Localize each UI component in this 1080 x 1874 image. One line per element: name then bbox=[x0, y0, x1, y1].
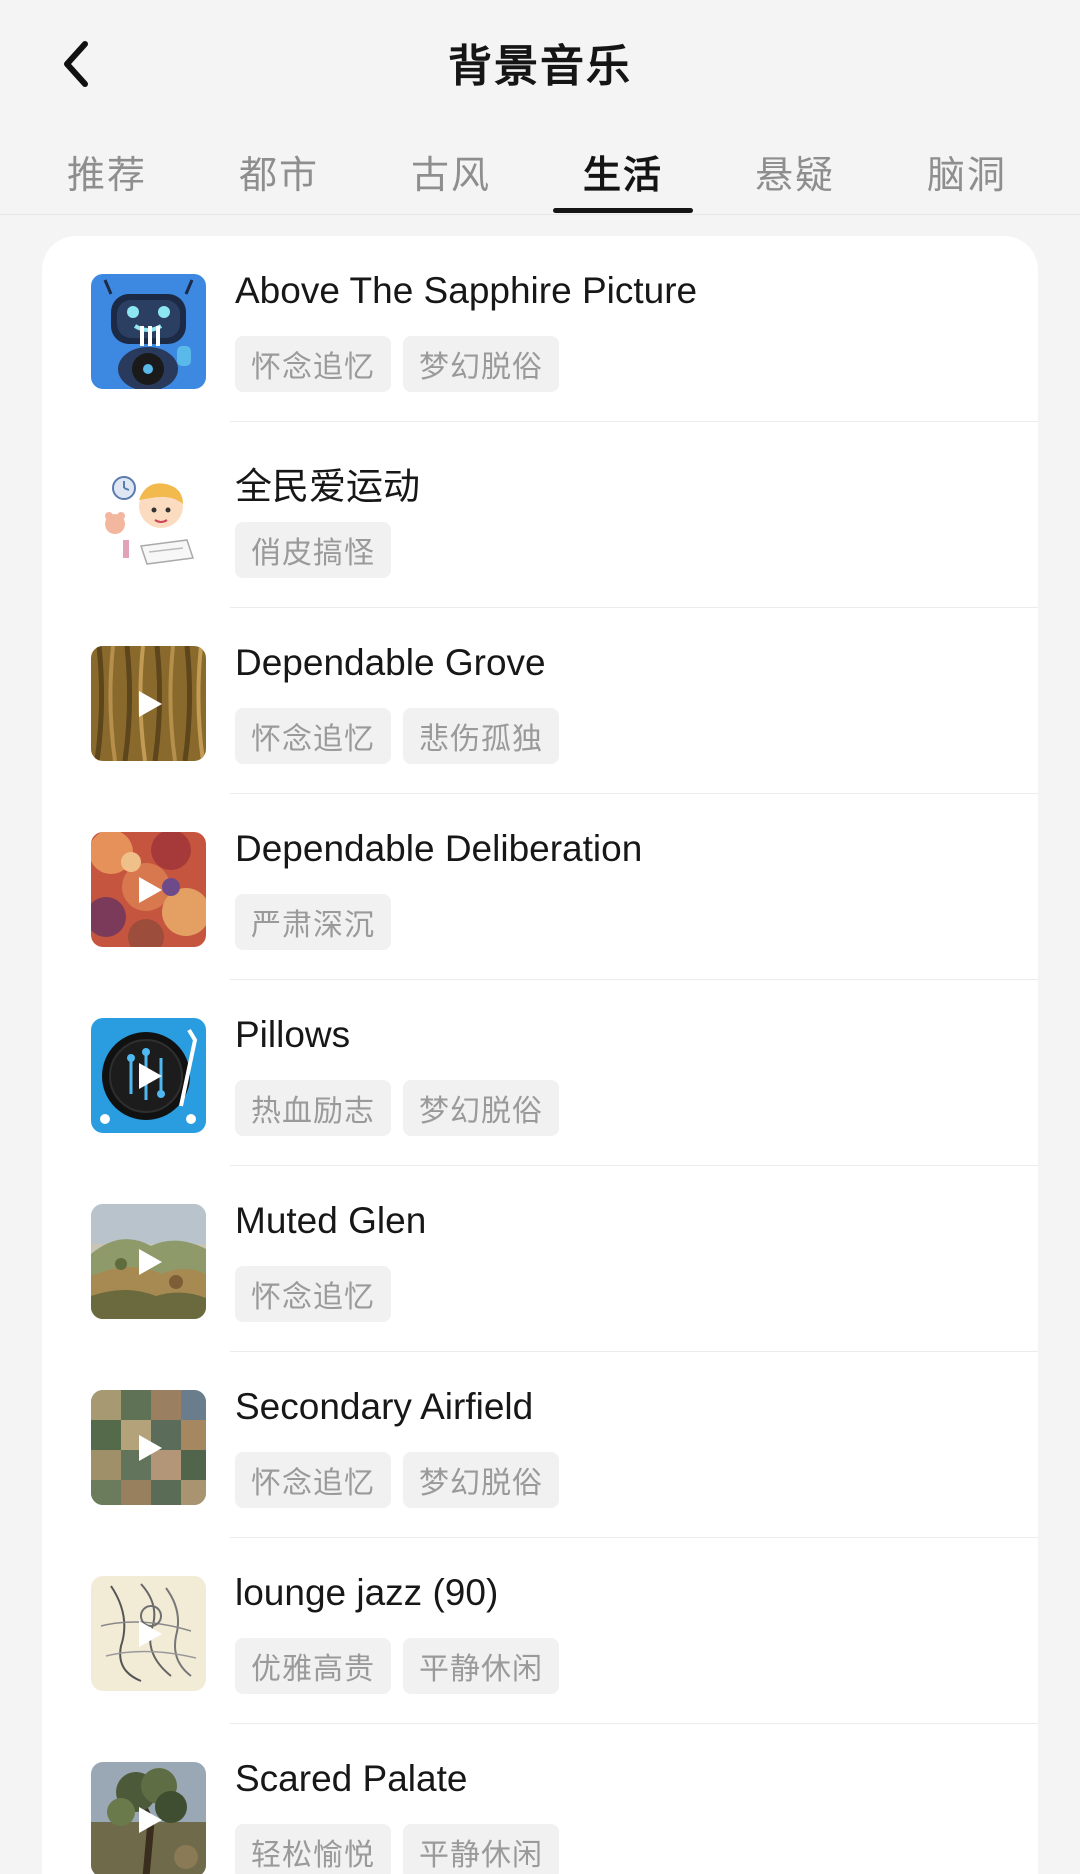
tab-city[interactable]: 都市 bbox=[204, 144, 354, 199]
tag-list: 俏皮搞怪 bbox=[235, 522, 391, 578]
mood-tag: 怀念追忆 bbox=[235, 1452, 391, 1508]
mood-tag: 轻松愉悦 bbox=[235, 1824, 391, 1874]
tab-recommend[interactable]: 推荐 bbox=[32, 144, 182, 199]
list-item[interactable]: Above The Sapphire Picture 怀念追忆 梦幻脱俗 bbox=[42, 236, 1038, 422]
bgm-page: 背景音乐 推荐 都市 古风 生活 悬疑 脑洞 Above The Sapphir… bbox=[0, 0, 1080, 1874]
mood-tag: 怀念追忆 bbox=[235, 708, 391, 764]
play-icon[interactable] bbox=[137, 1806, 163, 1834]
list-item[interactable]: Scared Palate 轻松愉悦 平静休闲 bbox=[42, 1724, 1038, 1874]
track-title: Dependable Grove bbox=[235, 642, 546, 683]
cover-image bbox=[91, 1576, 206, 1691]
tab-suspense[interactable]: 悬疑 bbox=[720, 144, 870, 199]
tag-list: 怀念追忆 bbox=[235, 1266, 391, 1322]
tag-list: 怀念追忆 悲伤孤独 bbox=[235, 708, 559, 764]
cover-image bbox=[91, 460, 206, 575]
play-icon[interactable] bbox=[137, 1248, 163, 1276]
mood-tag: 严肃深沉 bbox=[235, 894, 391, 950]
list-item[interactable]: Dependable Deliberation 严肃深沉 bbox=[42, 794, 1038, 980]
mood-tag: 悲伤孤独 bbox=[403, 708, 559, 764]
play-icon[interactable] bbox=[137, 1620, 163, 1648]
header: 背景音乐 bbox=[0, 0, 1080, 130]
category-tabs: 推荐 都市 古风 生活 悬疑 脑洞 bbox=[0, 130, 1080, 214]
play-icon[interactable] bbox=[137, 690, 163, 718]
cover-image bbox=[91, 1204, 206, 1319]
tab-brainstorm[interactable]: 脑洞 bbox=[892, 144, 1042, 199]
tabs-divider bbox=[0, 214, 1080, 215]
mood-tag: 怀念追忆 bbox=[235, 1266, 391, 1322]
mood-tag: 梦幻脱俗 bbox=[403, 1452, 559, 1508]
tab-life[interactable]: 生活 bbox=[548, 144, 698, 199]
tab-ancient[interactable]: 古风 bbox=[376, 144, 526, 199]
track-title: Scared Palate bbox=[235, 1758, 468, 1799]
active-tab-indicator bbox=[553, 208, 693, 213]
track-title: 全民爱运动 bbox=[235, 466, 420, 507]
play-icon[interactable] bbox=[137, 876, 163, 904]
robot-icon bbox=[91, 274, 206, 389]
track-title: lounge jazz (90) bbox=[235, 1572, 499, 1613]
cover-image bbox=[91, 1762, 206, 1874]
list-item[interactable]: lounge jazz (90) 优雅高贵 平静休闲 bbox=[42, 1538, 1038, 1724]
track-title: Pillows bbox=[235, 1014, 351, 1055]
list-item[interactable]: 全民爱运动 俏皮搞怪 bbox=[42, 422, 1038, 608]
tag-list: 怀念追忆 梦幻脱俗 bbox=[235, 1452, 559, 1508]
cartoon-boy-icon bbox=[91, 460, 206, 575]
tag-list: 怀念追忆 梦幻脱俗 bbox=[235, 336, 559, 392]
play-icon[interactable] bbox=[137, 1434, 163, 1462]
tag-list: 优雅高贵 平静休闲 bbox=[235, 1638, 559, 1694]
cover-image bbox=[91, 832, 206, 947]
list-item[interactable]: Muted Glen 怀念追忆 bbox=[42, 1166, 1038, 1352]
mood-tag: 梦幻脱俗 bbox=[403, 1080, 559, 1136]
tag-list: 严肃深沉 bbox=[235, 894, 391, 950]
mood-tag: 平静休闲 bbox=[403, 1638, 559, 1694]
list-item[interactable]: Pillows 热血励志 梦幻脱俗 bbox=[42, 980, 1038, 1166]
track-title: Muted Glen bbox=[235, 1200, 427, 1241]
mood-tag: 俏皮搞怪 bbox=[235, 522, 391, 578]
list-item[interactable]: Secondary Airfield 怀念追忆 梦幻脱俗 bbox=[42, 1352, 1038, 1538]
mood-tag: 怀念追忆 bbox=[235, 336, 391, 392]
track-title: Above The Sapphire Picture bbox=[235, 270, 698, 311]
mood-tag: 平静休闲 bbox=[403, 1824, 559, 1874]
mood-tag: 热血励志 bbox=[235, 1080, 391, 1136]
tag-list: 轻松愉悦 平静休闲 bbox=[235, 1824, 559, 1874]
track-list: Above The Sapphire Picture 怀念追忆 梦幻脱俗 全民爱… bbox=[42, 236, 1038, 1874]
mood-tag: 优雅高贵 bbox=[235, 1638, 391, 1694]
track-title: Dependable Deliberation bbox=[235, 828, 643, 869]
page-title: 背景音乐 bbox=[448, 41, 632, 92]
track-title: Secondary Airfield bbox=[235, 1386, 534, 1427]
play-icon[interactable] bbox=[137, 1062, 163, 1090]
cover-image bbox=[91, 646, 206, 761]
mood-tag: 梦幻脱俗 bbox=[403, 336, 559, 392]
tag-list: 热血励志 梦幻脱俗 bbox=[235, 1080, 559, 1136]
cover-image bbox=[91, 1390, 206, 1505]
list-item[interactable]: Dependable Grove 怀念追忆 悲伤孤独 bbox=[42, 608, 1038, 794]
cover-image bbox=[91, 1018, 206, 1133]
cover-image bbox=[91, 274, 206, 389]
